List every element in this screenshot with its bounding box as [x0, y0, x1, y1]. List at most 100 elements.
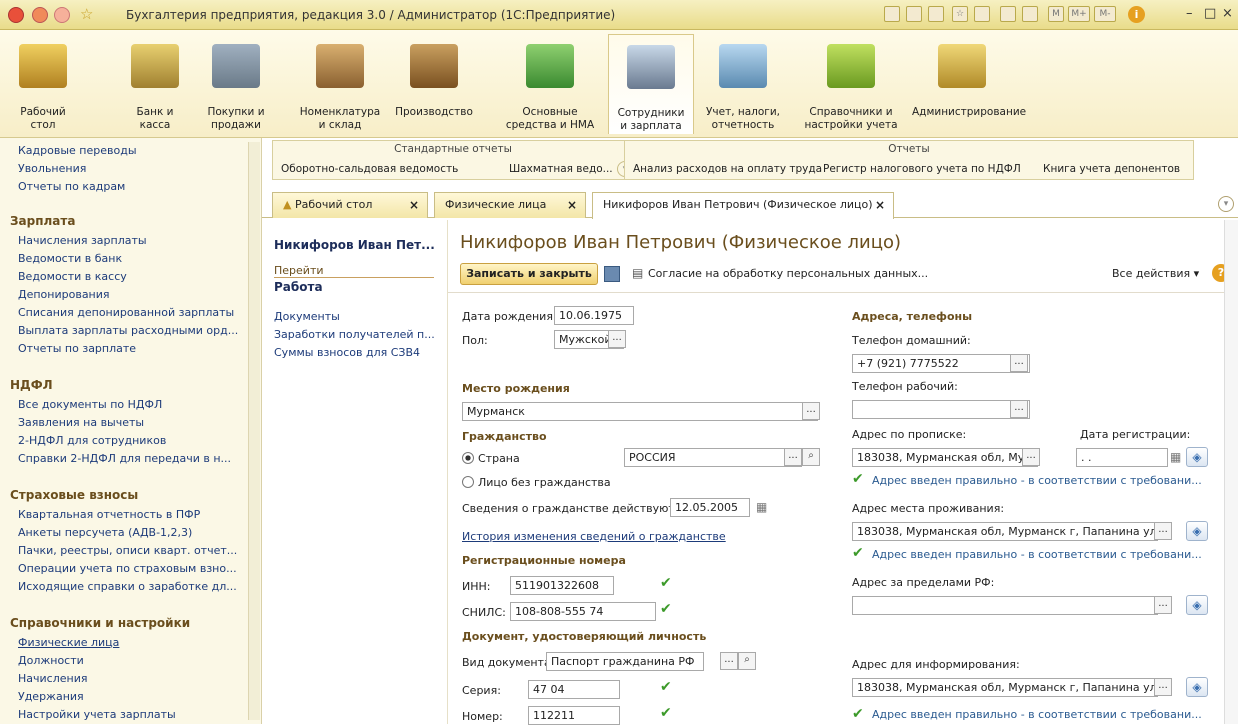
stateless-radio[interactable] [462, 476, 474, 488]
reg-address-picker-button[interactable]: ... [1022, 448, 1040, 466]
section-production[interactable]: Производство [394, 34, 474, 134]
save-icon[interactable] [604, 266, 620, 282]
print-icon[interactable] [906, 6, 922, 22]
nav-item-positions[interactable]: Должности [18, 654, 84, 667]
memory-minus-button[interactable]: M- [1094, 6, 1116, 22]
nav-item-salary-reports[interactable]: Отчеты по зарплате [18, 342, 136, 355]
residence-input[interactable]: 183038, Мурманская обл, Мурманск г, Папа… [852, 522, 1158, 541]
report-depositors-book[interactable]: Книга учета депонентов [1043, 163, 1180, 175]
close-tab-icon[interactable]: × [409, 193, 419, 217]
birthplace-picker-button[interactable]: ... [802, 402, 820, 420]
report-trial-balance[interactable]: Оборотно-сальдовая ведомость [281, 163, 458, 175]
favorites-star-icon[interactable]: ☆ [80, 5, 93, 23]
save-icon[interactable] [884, 6, 900, 22]
calendar-icon[interactable]: ▦ [756, 500, 767, 514]
nav-item-adv-forms[interactable]: Анкеты персучета (АДВ-1,2,3) [18, 526, 192, 539]
nav-item-payroll[interactable]: Начисления зарплаты [18, 234, 147, 247]
memory-button[interactable]: M [1048, 6, 1064, 22]
nav-item-bank-statements[interactable]: Ведомости в банк [18, 252, 122, 265]
close-tab-icon[interactable]: × [567, 193, 577, 217]
close-icon[interactable]: × [1222, 6, 1233, 21]
section-nomenclature[interactable]: Номенклатура и склад [292, 34, 388, 134]
calculator-icon[interactable] [1000, 6, 1016, 22]
nav-item-depositing[interactable]: Депонирования [18, 288, 110, 301]
nav-item-insurance-ops[interactable]: Операции учета по страховым взно... [18, 562, 237, 575]
forward-icon[interactable] [54, 7, 70, 23]
home-phone-picker-button[interactable]: ... [1010, 354, 1028, 372]
history-icon[interactable] [974, 6, 990, 22]
back-icon[interactable] [32, 7, 48, 23]
reg-date-input[interactable]: . . [1076, 448, 1168, 467]
section-employees[interactable]: Сотрудники и зарплата [608, 34, 694, 134]
section-purchases[interactable]: Покупки и продажи [196, 34, 276, 134]
nav-item-deductions[interactable]: Удержания [18, 690, 84, 703]
nav-item-pfr-reports[interactable]: Квартальная отчетность в ПФР [18, 508, 200, 521]
country-search-icon[interactable]: ⌕ [802, 448, 820, 466]
close-tab-icon[interactable]: × [875, 193, 885, 217]
nav-link-szv4[interactable]: Суммы взносов для СЗВ4 [274, 346, 420, 359]
work-phone-input[interactable] [852, 400, 1030, 419]
nav-item-packs[interactable]: Пачки, реестры, описи кварт. отчет... [18, 544, 237, 557]
birth-date-input[interactable]: 10.06.1975 [554, 306, 634, 325]
home-phone-input[interactable]: +7 (921) 7775522 [852, 354, 1030, 373]
nav-item-dismissals[interactable]: Увольнения [18, 162, 86, 175]
info-address-goto-icon[interactable]: ◈ [1186, 677, 1208, 697]
foreign-address-input[interactable] [852, 596, 1158, 615]
doc-type-input[interactable]: Паспорт гражданина РФ [546, 652, 704, 671]
section-accounting[interactable]: Учет, налоги, отчетность [700, 34, 786, 134]
section-references[interactable]: Справочники и настройки учета [796, 34, 906, 134]
report-chess-sheet[interactable]: Шахматная ведо... [509, 163, 613, 175]
inn-input[interactable]: 511901322608 [510, 576, 614, 595]
residence-picker-button[interactable]: ... [1154, 522, 1172, 540]
info-icon[interactable]: i [1128, 6, 1145, 23]
tabs-menu-icon[interactable]: ▾ [1218, 196, 1234, 212]
number-input[interactable]: 112211 [528, 706, 620, 725]
consent-link[interactable]: Согласие на обработку персональных данны… [648, 267, 928, 280]
memory-plus-button[interactable]: M+ [1068, 6, 1090, 22]
nav-link-documents[interactable]: Документы [274, 310, 340, 323]
tab-individuals[interactable]: Физические лица × [434, 192, 586, 218]
reg-date-calendar-icon[interactable]: ▦ [1170, 450, 1181, 464]
app-logo-icon[interactable] [8, 7, 24, 23]
gender-picker-button[interactable]: ... [608, 330, 626, 348]
work-phone-picker-button[interactable]: ... [1010, 400, 1028, 418]
tab-desktop[interactable]: ▲ Рабочий стол × [272, 192, 428, 218]
foreign-address-goto-icon[interactable]: ◈ [1186, 595, 1208, 615]
report-ndfl-register[interactable]: Регистр налогового учета по НДФЛ [823, 163, 1021, 175]
nav-item-cash-statements[interactable]: Ведомости в кассу [18, 270, 127, 283]
reg-address-goto-icon[interactable]: ◈ [1186, 447, 1208, 467]
nav-item-transfers[interactable]: Кадровые переводы [18, 144, 137, 157]
doc-type-picker-button[interactable]: ... [720, 652, 738, 670]
preview-icon[interactable] [928, 6, 944, 22]
reg-address-input[interactable]: 183038, Мурманская обл, Мурманск [852, 448, 1038, 467]
country-radio[interactable] [462, 452, 474, 464]
calendar-icon[interactable] [1022, 6, 1038, 22]
nav-item-ndfl-docs[interactable]: Все документы по НДФЛ [18, 398, 162, 411]
doc-type-search-icon[interactable]: ⌕ [738, 652, 756, 670]
minimize-icon[interactable]: – [1186, 6, 1193, 21]
all-actions-menu[interactable]: Все действия ▾ [1112, 267, 1199, 280]
tab-individual-card[interactable]: Никифоров Иван Петрович (Физическое лицо… [592, 192, 894, 219]
citizenship-since-input[interactable]: 12.05.2005 [670, 498, 750, 517]
save-close-button[interactable]: Записать и закрыть [460, 263, 598, 285]
birthplace-input[interactable]: Мурманск [462, 402, 818, 421]
snils-input[interactable]: 108-808-555 74 [510, 602, 656, 621]
nav-item-salary-settings[interactable]: Настройки учета зарплаты [18, 708, 176, 721]
section-fixed-assets[interactable]: Основные средства и НМА [498, 34, 602, 134]
nav-item-deposited-writeoff[interactable]: Списания депонированной зарплаты [18, 306, 234, 319]
nav-link-earnings[interactable]: Заработки получателей п... [274, 328, 435, 341]
maximize-icon[interactable]: □ [1204, 6, 1216, 21]
foreign-address-picker-button[interactable]: ... [1154, 596, 1172, 614]
report-labor-costs[interactable]: Анализ расходов на оплату труда [633, 163, 822, 175]
section-desktop[interactable]: Рабочий стол [8, 34, 78, 134]
series-input[interactable]: 47 04 [528, 680, 620, 699]
left-panel-scrollbar[interactable] [248, 142, 260, 720]
nav-item-individuals[interactable]: Физические лица [18, 636, 119, 649]
nav-item-cash-payout[interactable]: Выплата зарплаты расходными орд... [18, 324, 238, 337]
favorites-icon[interactable]: ☆ [952, 6, 968, 22]
nav-item-deduction-requests[interactable]: Заявления на вычеты [18, 416, 144, 429]
residence-goto-icon[interactable]: ◈ [1186, 521, 1208, 541]
info-address-input[interactable]: 183038, Мурманская обл, Мурманск г, Папа… [852, 678, 1158, 697]
info-address-picker-button[interactable]: ... [1154, 678, 1172, 696]
country-input[interactable]: РОССИЯ [624, 448, 802, 467]
